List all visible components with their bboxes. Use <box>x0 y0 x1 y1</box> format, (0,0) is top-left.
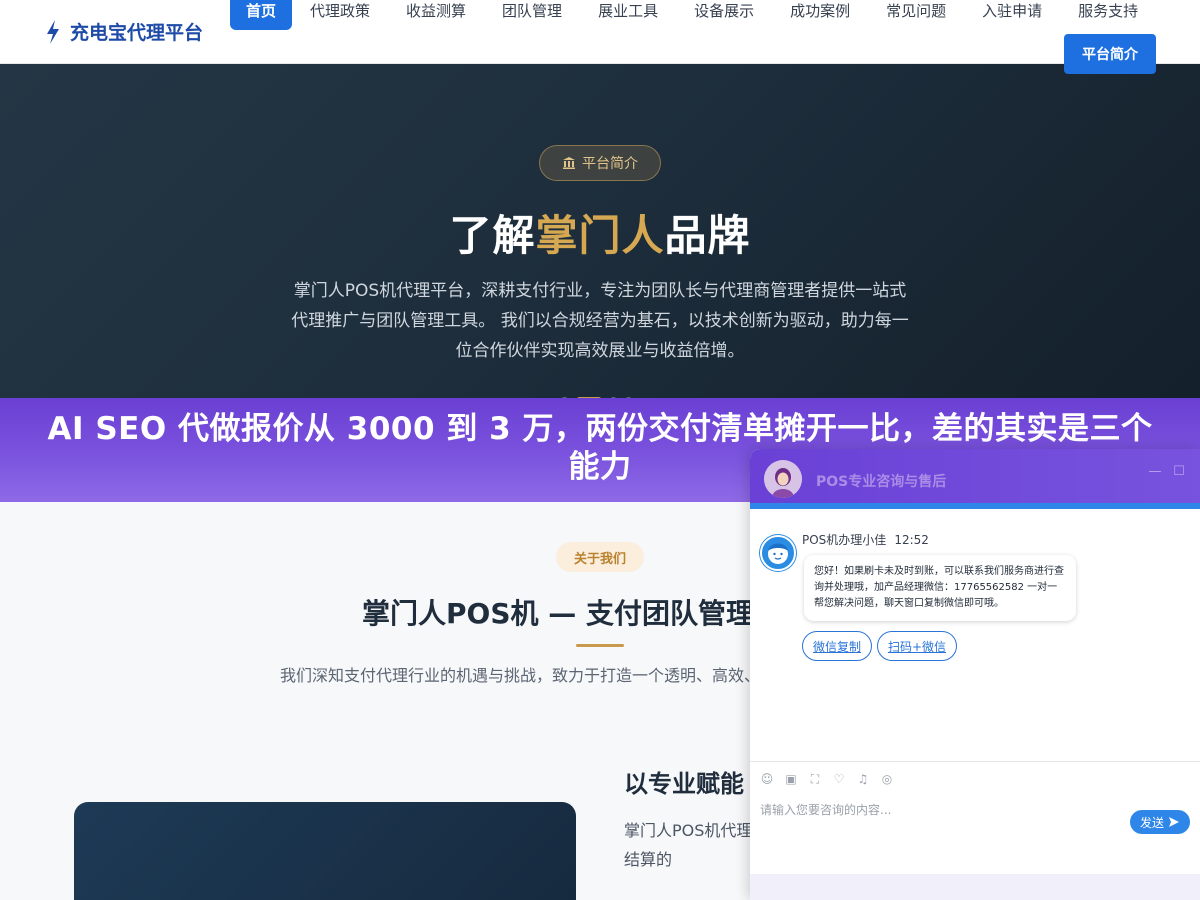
nav-item-team[interactable]: 团队管理 <box>484 0 580 30</box>
chat-messages: POS机办理小佳 12:52 您好！如果刷卡未及时到账，可以联系我们服务商进行查询… <box>750 509 1200 759</box>
agent-message-bubble: 您好！如果刷卡未及时到账，可以联系我们服务商进行查询并处理哦，加产品经理微信：1… <box>804 555 1076 621</box>
agent-name: POS机办理小佳 <box>802 533 887 547</box>
nav-item-apply[interactable]: 入驻申请 <box>964 0 1060 30</box>
hero-badge: 平台简介 <box>539 145 661 181</box>
screenshot-icon[interactable]: ⛶ <box>808 772 822 786</box>
nav-item-income-calc[interactable]: 收益测算 <box>388 0 484 30</box>
logo-text: 充电宝代理平台 <box>70 22 204 44</box>
agent-meta: POS机办理小佳 12:52 <box>802 531 929 548</box>
wechat-icon[interactable]: ◎ <box>880 772 894 786</box>
about-subtitle: 以专业赋能 <box>624 770 744 798</box>
hero-title-brand: 掌门人 <box>535 211 665 260</box>
top-header: 充电宝代理平台 首页 代理政策 收益测算 团队管理 展业工具 设备展示 成功案例… <box>0 0 1200 64</box>
chat-footer <box>750 874 1200 900</box>
main-nav: 首页 代理政策 收益测算 团队管理 展业工具 设备展示 成功案例 常见问题 入驻… <box>230 0 1156 30</box>
nav-item-policy[interactable]: 代理政策 <box>292 0 388 30</box>
bank-icon <box>563 157 575 169</box>
agent-portrait-icon <box>764 460 802 498</box>
hero-title-post: 品牌 <box>664 211 751 260</box>
quick-reply-scan-wechat[interactable]: 扫码+微信 <box>877 631 957 661</box>
minimize-icon[interactable]: — <box>1148 465 1162 479</box>
send-icon <box>1169 817 1179 827</box>
hero-description: 掌门人POS机代理平台，深耕支付行业，专注为团队长与代理商管理者提供一站式代理推… <box>291 281 909 361</box>
message-time: 12:52 <box>894 533 929 547</box>
agent-avatar <box>760 535 796 571</box>
nav-item-home[interactable]: 首页 <box>230 0 293 30</box>
about-image-card <box>74 802 576 900</box>
nav-item-devices[interactable]: 设备展示 <box>676 0 772 30</box>
image-icon[interactable]: ▣ <box>784 772 798 786</box>
chat-widget: POS专业咨询与售后 — ☐ POS机办理小佳 12:52 您好！如果刷卡未及时到… <box>750 449 1200 900</box>
title-underline <box>576 644 624 647</box>
nav-item-support[interactable]: 服务支持 <box>1060 0 1156 30</box>
send-label: 发送 <box>1139 815 1164 830</box>
about-title: 掌门人POS机 — 支付团队管理 <box>362 597 754 630</box>
hero-title: 了解掌门人品牌 <box>0 202 1200 263</box>
nav-item-tools[interactable]: 展业工具 <box>580 0 676 30</box>
quick-reply-copy-wechat[interactable]: 微信复制 <box>802 631 872 661</box>
send-button[interactable]: 发送 <box>1130 810 1190 834</box>
emoji-icon[interactable]: ☺ <box>760 772 774 786</box>
chat-toolbar: ☺ ▣ ⛶ ♡ ♫ ◎ <box>750 761 1200 795</box>
chat-title: POS专业咨询与售后 <box>816 474 947 490</box>
hero-section: 平台简介 了解掌门人品牌 掌门人POS机代理平台，深耕支付行业，专注为团队长与代… <box>0 64 1200 404</box>
hero-title-pre: 了解 <box>449 211 536 260</box>
site-logo[interactable]: 充电宝代理平台 <box>44 18 203 45</box>
chat-avatar <box>764 460 802 498</box>
chat-header: POS专业咨询与售后 — ☐ <box>750 449 1200 503</box>
nav-item-cases[interactable]: 成功案例 <box>772 0 868 30</box>
hero-badge-label: 平台简介 <box>582 156 638 172</box>
sound-icon[interactable]: ♫ <box>856 772 870 786</box>
agent-face-icon <box>768 543 788 564</box>
lightning-icon <box>47 19 59 44</box>
chat-message-input[interactable]: 请输入您要咨询的内容... <box>760 801 1120 818</box>
evaluate-icon[interactable]: ♡ <box>832 772 846 786</box>
about-badge: 关于我们 <box>556 542 644 572</box>
maximize-icon[interactable]: ☐ <box>1172 465 1186 479</box>
platform-intro-button[interactable]: 平台简介 <box>1064 34 1156 74</box>
nav-item-faq[interactable]: 常见问题 <box>868 0 964 30</box>
